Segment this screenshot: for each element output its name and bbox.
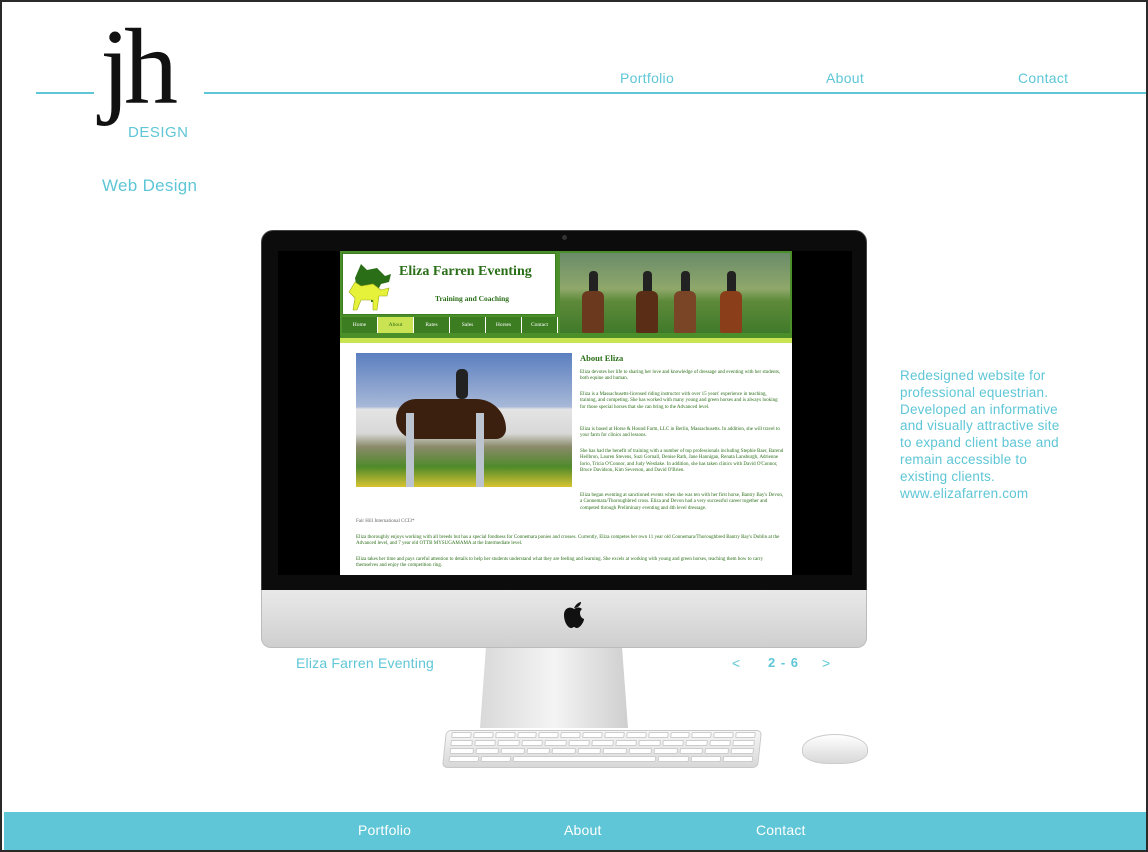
site-menu-about[interactable]: About bbox=[378, 317, 414, 333]
jump-post bbox=[476, 413, 484, 487]
description-line: professional equestrian. bbox=[900, 384, 1049, 400]
rider-figure bbox=[456, 369, 468, 399]
footer-portfolio-link[interactable]: Portfolio bbox=[358, 822, 411, 838]
site-menu-rates[interactable]: Rates bbox=[414, 317, 450, 333]
header-rule-right bbox=[198, 92, 1146, 94]
logo-mark: jh bbox=[100, 8, 178, 127]
site-paragraph: Eliza thoroughly enjoys working with all… bbox=[356, 535, 780, 547]
description-line: Developed an informative bbox=[900, 401, 1058, 417]
site-preview[interactable]: Eliza Farren Eventing Training and Coach… bbox=[340, 251, 792, 575]
site-menu-contact[interactable]: Contact bbox=[522, 317, 558, 333]
site-divider-bar bbox=[340, 337, 792, 343]
nav-contact-link[interactable]: Contact bbox=[1016, 70, 1071, 86]
site-paragraph: Eliza takes her time and pays careful at… bbox=[356, 557, 764, 569]
nav-about-link[interactable]: About bbox=[824, 70, 867, 86]
logo-subtext: DESIGN bbox=[128, 124, 189, 141]
rider-figure bbox=[674, 271, 696, 333]
site-logo-box: Eliza Farren Eventing Training and Coach… bbox=[342, 253, 556, 315]
slide-counter: 2 - 6 bbox=[768, 655, 800, 670]
site-paragraph: Eliza is a Massachusetts-licensed riding… bbox=[580, 392, 778, 410]
monitor-screen: Eliza Farren Eventing Training and Coach… bbox=[278, 251, 852, 575]
nav-portfolio-link[interactable]: Portfolio bbox=[618, 70, 677, 86]
page-title: Web Design bbox=[102, 176, 198, 195]
camera-icon bbox=[562, 235, 567, 240]
riders-photo bbox=[560, 253, 790, 333]
monitor-chin bbox=[261, 590, 867, 648]
site-paragraph: Eliza is based at Horse & Hound Farm, LL… bbox=[580, 427, 780, 439]
footer-about-link[interactable]: About bbox=[564, 822, 602, 838]
project-description: Redesigned website for professional eque… bbox=[900, 368, 1090, 502]
slide-title: Eliza Farren Eventing bbox=[296, 655, 435, 671]
description-line: Redesigned website for bbox=[900, 368, 1046, 383]
monitor-mockup: Eliza Farren Eventing Training and Coach… bbox=[261, 230, 869, 650]
site-paragraph: Eliza devotes her life to sharing her lo… bbox=[580, 370, 781, 382]
site-menu: Home About Rates Sales Horses Contact bbox=[342, 317, 558, 333]
site-menu-horses[interactable]: Horses bbox=[486, 317, 522, 333]
site-name: Eliza Farren Eventing bbox=[399, 264, 532, 279]
monitor-stand bbox=[480, 648, 628, 728]
site-header: Eliza Farren Eventing Training and Coach… bbox=[340, 251, 792, 337]
site-paragraph: Eliza began eventing at sanctioned event… bbox=[580, 493, 784, 511]
chevron-right-icon[interactable]: > bbox=[822, 655, 830, 671]
rider-figure bbox=[636, 271, 658, 333]
site-heading: About Eliza bbox=[580, 353, 624, 363]
site-menu-home[interactable]: Home bbox=[342, 317, 378, 333]
monitor-bezel: Eliza Farren Eventing Training and Coach… bbox=[261, 230, 867, 592]
site-menu-sales[interactable]: Sales bbox=[450, 317, 486, 333]
description-line: remain accessible to bbox=[900, 451, 1028, 467]
rider-figure bbox=[720, 271, 742, 333]
mouse-image bbox=[802, 734, 868, 764]
jump-post bbox=[406, 413, 414, 487]
page-frame: jh DESIGN Portfolio About Contact Web De… bbox=[0, 0, 1148, 852]
description-line: existing clients. bbox=[900, 468, 995, 484]
photo-caption: Fair Hill International CCI3* bbox=[356, 519, 415, 524]
jumping-photo bbox=[356, 353, 572, 487]
description-line: to expand client base and bbox=[900, 435, 1059, 451]
keyboard-image bbox=[442, 730, 762, 768]
project-url-link[interactable]: www.elizafarren.com bbox=[900, 486, 1090, 503]
footer-nav: Portfolio About Contact bbox=[4, 812, 1146, 850]
apple-icon bbox=[564, 602, 584, 628]
rider-figure bbox=[582, 271, 604, 333]
jh-design-logo[interactable]: jh DESIGN bbox=[94, 14, 204, 150]
chevron-left-icon[interactable]: < bbox=[732, 655, 740, 671]
description-line: and visually attractive site bbox=[900, 418, 1060, 434]
site-paragraph: She has had the benefit of training with… bbox=[580, 449, 784, 474]
horse-logo-icon bbox=[348, 264, 391, 311]
site-tagline: Training and Coaching bbox=[435, 294, 510, 303]
footer-contact-link[interactable]: Contact bbox=[756, 822, 806, 838]
